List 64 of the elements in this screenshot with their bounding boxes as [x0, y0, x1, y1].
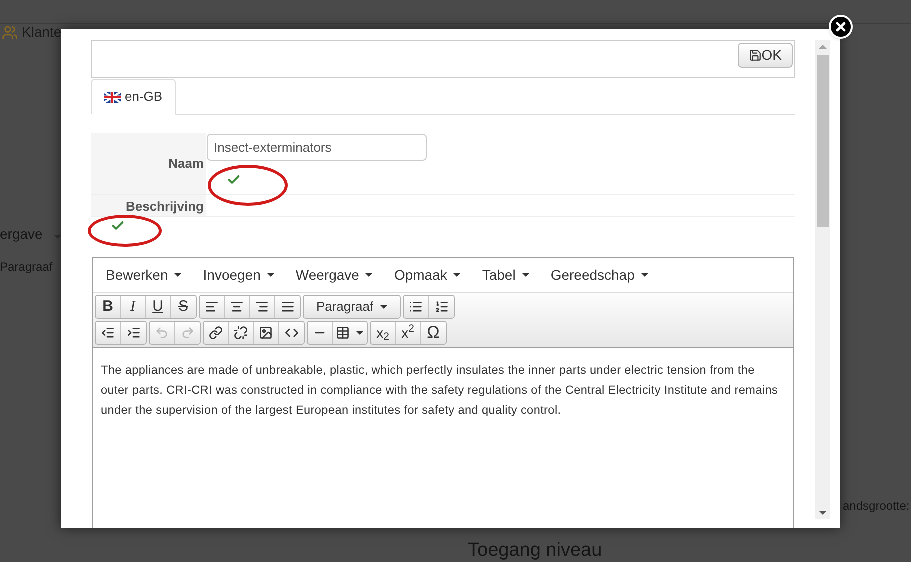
flag-icon — [104, 92, 121, 102]
scroll-thumb[interactable] — [816, 55, 828, 227]
table-icon — [336, 326, 350, 340]
caret-icon — [356, 331, 364, 335]
save-icon — [748, 49, 762, 62]
close-button[interactable] — [829, 15, 853, 39]
link-icon — [209, 326, 223, 340]
editor-menu[interactable]: Opmaak — [394, 264, 462, 286]
subscript-button[interactable]: x$_{2}$ — [371, 322, 396, 344]
align-justify-button[interactable] — [275, 296, 300, 318]
image-icon — [259, 326, 273, 340]
outdent-button[interactable] — [96, 322, 121, 344]
align-center-icon — [230, 300, 244, 314]
superscript-button[interactable]: x$^{2}$ — [396, 322, 421, 344]
field-label: Naam — [168, 154, 204, 173]
redo-icon — [180, 326, 194, 340]
italic-button[interactable]: I — [121, 296, 146, 318]
align-center-button[interactable] — [225, 296, 250, 318]
caret-icon — [453, 273, 462, 277]
editor-menu[interactable]: Invoegen — [203, 264, 275, 286]
image-button[interactable] — [254, 322, 279, 344]
strikethrough-button[interactable]: S — [171, 296, 196, 318]
code-button[interactable] — [279, 322, 304, 344]
bullet-list-button[interactable] — [404, 296, 429, 318]
indent-button[interactable] — [121, 322, 146, 344]
align-left-button[interactable] — [200, 296, 225, 318]
align-right-icon — [255, 300, 269, 314]
code-icon — [284, 326, 298, 340]
scroll-down-icon[interactable] — [818, 511, 826, 515]
language-tab[interactable]: en-GB — [91, 79, 176, 115]
numbered-list-icon — [434, 300, 448, 314]
bullet-list-icon — [409, 300, 423, 314]
editor-menu[interactable]: Tabel — [482, 264, 530, 286]
editor-menu[interactable]: Weergave — [296, 264, 374, 286]
users-icon — [2, 24, 18, 40]
caret-icon — [174, 273, 182, 277]
underline-button[interactable]: U — [146, 296, 171, 318]
numbered-list-button[interactable] — [429, 296, 454, 318]
undo-icon — [155, 326, 169, 340]
table-button[interactable] — [333, 322, 367, 344]
field-label: Beschrijving — [126, 198, 204, 216]
caret-icon — [365, 273, 374, 277]
outdent-icon — [101, 326, 115, 340]
omega-button[interactable]: Ω — [421, 322, 446, 344]
format-select[interactable]: Paragraaf — [304, 296, 400, 318]
align-right-button[interactable] — [250, 296, 275, 318]
caret-icon — [266, 273, 275, 277]
scrollbar[interactable] — [815, 40, 830, 519]
caret-icon — [380, 305, 388, 309]
editor-menu[interactable]: Bewerken — [106, 264, 182, 286]
ok-button[interactable]: OK — [738, 43, 793, 68]
link-button[interactable] — [204, 322, 229, 344]
editor-menu[interactable]: Gereedschap — [550, 264, 649, 286]
caret-icon — [522, 273, 530, 277]
bold-button[interactable]: B — [96, 296, 121, 318]
align-justify-icon — [280, 300, 294, 314]
close-icon — [834, 20, 848, 34]
unlink-button[interactable] — [229, 322, 254, 344]
editor-content: The appliances are made of unbreakable, plastic, which perfectly insulates the inner parts under electric tension from the outer parts. CRI-CRI was constructed in compliance with the safety regulations of the Central Electricity Institute and remains under the supervision of the largest European institutes for safety and quality control. — [100, 362, 780, 419]
unlink-icon — [234, 326, 248, 340]
indent-icon — [126, 326, 140, 340]
caret-icon — [640, 273, 649, 277]
align-left-icon — [205, 300, 219, 314]
name-input[interactable]: Insect-exterminators — [207, 134, 427, 161]
